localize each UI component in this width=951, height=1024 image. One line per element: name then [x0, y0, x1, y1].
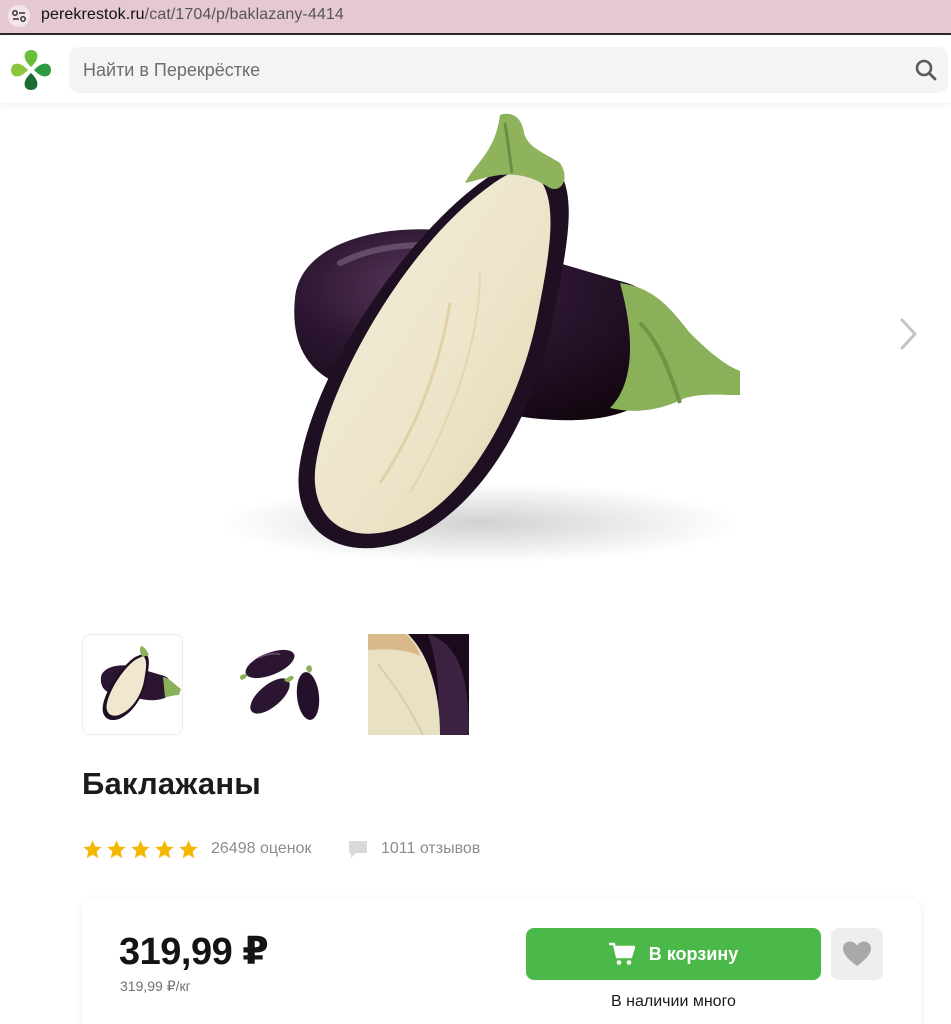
- rating-stars: [82, 839, 199, 860]
- comment-icon: [349, 841, 367, 858]
- product-main-image[interactable]: [150, 103, 800, 603]
- url-path: /cat/1704/p/baklazany-4414: [144, 6, 344, 23]
- product-rating[interactable]: 26498 оценок: [82, 836, 311, 862]
- search-input[interactable]: [83, 47, 883, 93]
- tune-icon[interactable]: [8, 5, 30, 27]
- ratings-count: 26498 оценок: [211, 840, 312, 857]
- star-icon: [107, 839, 126, 858]
- star-icon: [179, 839, 198, 858]
- star-icon: [155, 839, 174, 858]
- reviews-link[interactable]: 1011 отзывов: [347, 836, 480, 862]
- stock-status: В наличии много: [611, 993, 736, 1010]
- star-icon: [131, 839, 150, 858]
- search-icon[interactable]: [914, 58, 938, 82]
- perekrestok-clover-icon[interactable]: [8, 47, 54, 93]
- browser-address-bar: perekrestok.ru/cat/1704/p/baklazany-4414: [0, 0, 951, 35]
- cart-icon: [608, 942, 635, 965]
- chevron-right-icon[interactable]: [893, 316, 923, 352]
- product-price: 319,99 ₽: [119, 931, 269, 973]
- favorite-button[interactable]: [831, 928, 883, 980]
- eggplant-halves-thumbnail: [100, 646, 181, 721]
- star-icon: [83, 839, 102, 858]
- add-to-cart-button[interactable]: В корзину: [526, 928, 821, 980]
- url-host: perekrestok.ru: [41, 6, 145, 23]
- buy-card: 319,99 ₽ 319,99 ₽/кг В корзину В наличии…: [82, 899, 921, 1024]
- add-to-cart-label: В корзину: [648, 943, 739, 964]
- thumbnail-1[interactable]: [82, 634, 183, 735]
- reviews-count: 1011 отзывов: [381, 840, 481, 857]
- site-header: [0, 37, 951, 103]
- thumbnail-2[interactable]: [222, 634, 323, 735]
- eggplant-three-thumbnail: [239, 649, 320, 720]
- thumbnail-3[interactable]: [368, 634, 469, 735]
- address-url[interactable]: perekrestok.ru/cat/1704/p/baklazany-4414: [41, 6, 344, 24]
- search-box: [69, 47, 948, 93]
- heart-icon: [843, 941, 871, 966]
- eggplant-closeup-thumbnail: [368, 634, 469, 735]
- product-title: Баклажаны: [82, 766, 261, 801]
- unit-price: 319,99 ₽/кг: [120, 978, 191, 994]
